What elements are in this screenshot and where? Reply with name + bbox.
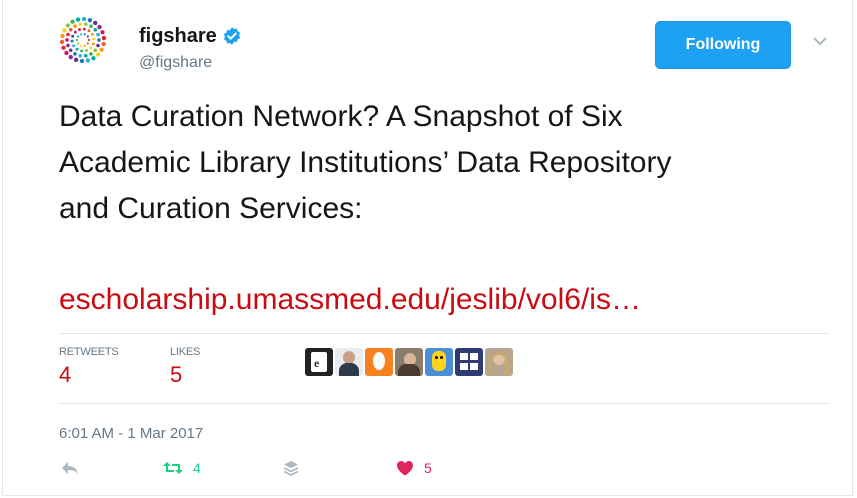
- figshare-avatar[interactable]: [59, 16, 107, 64]
- liker-avatar[interactable]: [455, 348, 483, 376]
- reply-icon: [62, 462, 78, 474]
- liker-avatars: e: [305, 348, 515, 376]
- liker-avatar[interactable]: [395, 348, 423, 376]
- user-handle[interactable]: @figshare: [139, 54, 212, 72]
- liker-avatar[interactable]: [485, 348, 513, 376]
- share-button[interactable]: [283, 460, 299, 476]
- display-name[interactable]: figshare: [139, 24, 217, 48]
- retweets-label[interactable]: RETWEETS: [59, 346, 119, 358]
- liker-avatar[interactable]: [335, 348, 363, 376]
- tweet-card: figshare @figshare Following Data Curati…: [2, 0, 853, 496]
- figshare-logo-icon: [59, 16, 107, 64]
- likes-label[interactable]: LIKES: [170, 346, 200, 358]
- likes-count[interactable]: 5: [170, 362, 182, 388]
- tweet-link[interactable]: escholarship.umassmed.edu/jeslib/vol6/is…: [59, 280, 641, 320]
- divider: [59, 403, 830, 404]
- liker-avatar[interactable]: e: [305, 348, 333, 376]
- like-button[interactable]: 5: [396, 460, 432, 476]
- chevron-down-icon[interactable]: [812, 36, 828, 48]
- tweet-text-line: Data Curation Network? A Snapshot of Six: [59, 100, 623, 133]
- heart-icon: [397, 461, 413, 476]
- retweet-action-count: 4: [193, 460, 201, 476]
- verified-badge-icon: [223, 27, 240, 45]
- retweet-icon: [163, 462, 183, 474]
- layers-icon: [283, 461, 299, 476]
- following-button[interactable]: Following: [655, 21, 791, 69]
- tweet-timestamp[interactable]: 6:01 AM - 1 Mar 2017: [59, 425, 203, 442]
- tweet-text: Data Curation Network? A Snapshot of Six…: [59, 94, 819, 232]
- liker-avatar[interactable]: [365, 348, 393, 376]
- retweet-button[interactable]: 4: [163, 460, 201, 476]
- reply-button[interactable]: [61, 460, 79, 476]
- like-action-count: 5: [424, 460, 432, 476]
- tweet-text-line: and Curation Services:: [59, 192, 363, 225]
- liker-avatar[interactable]: [425, 348, 453, 376]
- tweet-text-line: Academic Library Institutions’ Data Repo…: [59, 146, 672, 179]
- retweets-count[interactable]: 4: [59, 362, 71, 388]
- divider: [59, 333, 830, 334]
